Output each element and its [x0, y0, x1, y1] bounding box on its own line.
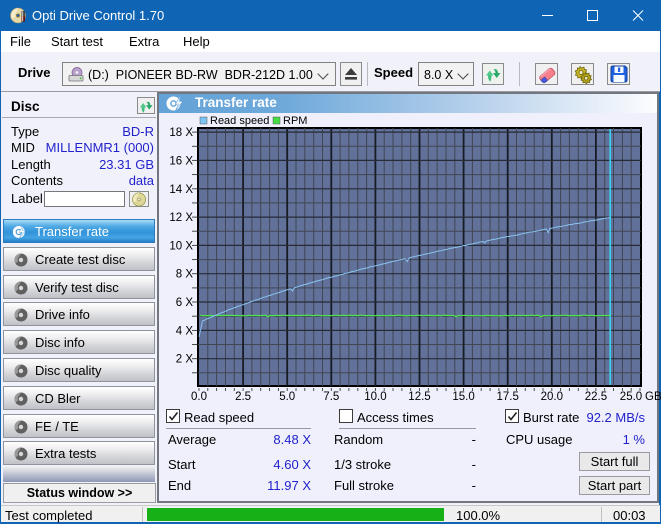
- svg-text:16 X: 16 X: [169, 155, 193, 167]
- svg-text:0.0: 0.0: [191, 391, 207, 403]
- svg-text:2 X: 2 X: [176, 354, 194, 366]
- svg-text:10.0: 10.0: [364, 391, 386, 403]
- svg-text:8 X: 8 X: [176, 269, 194, 281]
- svg-text:12 X: 12 X: [169, 212, 193, 224]
- svg-text:22.5: 22.5: [585, 391, 607, 403]
- svg-text:4 X: 4 X: [176, 325, 194, 337]
- svg-text:7.5: 7.5: [323, 391, 339, 403]
- svg-text:10 X: 10 X: [169, 240, 193, 252]
- svg-text:25.0: 25.0: [620, 391, 642, 403]
- svg-text:17.5: 17.5: [497, 391, 519, 403]
- svg-text:Read speed: Read speed: [210, 115, 269, 127]
- svg-text:2.5: 2.5: [235, 391, 251, 403]
- svg-text:15.0: 15.0: [452, 391, 474, 403]
- svg-text:18 X: 18 X: [169, 127, 193, 139]
- svg-text:20.0: 20.0: [541, 391, 563, 403]
- svg-text:RPM: RPM: [283, 115, 307, 127]
- svg-text:14 X: 14 X: [169, 184, 193, 196]
- svg-text:GB: GB: [645, 391, 661, 403]
- svg-text:6 X: 6 X: [176, 297, 194, 309]
- svg-text:12.5: 12.5: [408, 391, 430, 403]
- svg-text:5.0: 5.0: [279, 391, 295, 403]
